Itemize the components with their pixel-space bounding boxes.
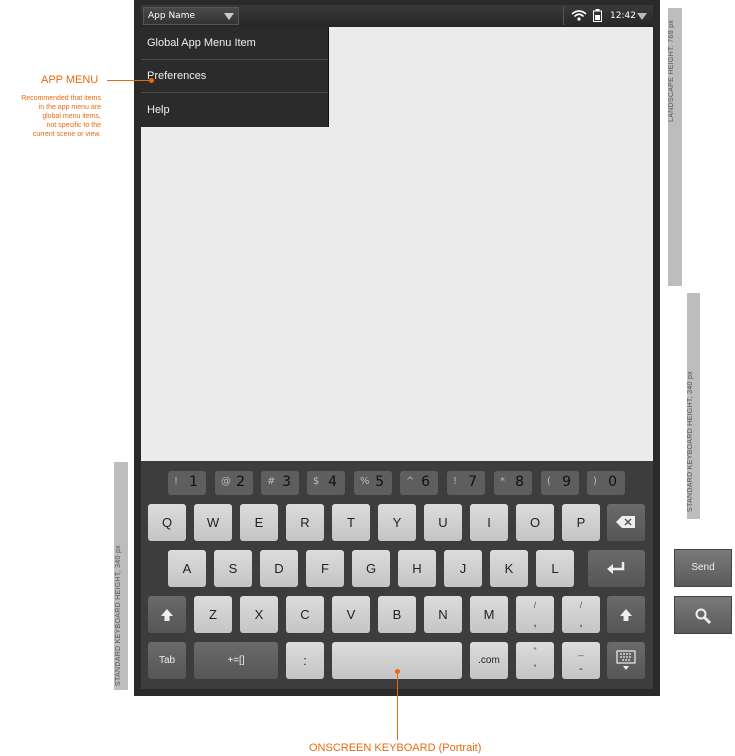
key-y[interactable]: Y (378, 504, 416, 541)
key-l[interactable]: L (536, 550, 574, 587)
number-key[interactable]: $4 (307, 471, 345, 495)
key-a[interactable]: A (168, 550, 206, 587)
key-w[interactable]: W (194, 504, 232, 541)
slash-comma-key-2[interactable]: / , (562, 596, 600, 633)
key-g[interactable]: G (352, 550, 390, 587)
shift-key-left[interactable] (148, 596, 186, 633)
key-u[interactable]: U (424, 504, 462, 541)
dotcom-key[interactable]: .com (470, 642, 508, 679)
key-f[interactable]: F (306, 550, 344, 587)
enter-key[interactable] (588, 550, 645, 587)
number-key[interactable]: ) 0 (587, 471, 625, 495)
slash-comma-key-1[interactable]: / , (516, 596, 554, 633)
number-key[interactable]: #3 (261, 471, 299, 495)
backspace-icon (616, 516, 635, 528)
menu-item-preferences[interactable]: Preferences (141, 60, 328, 93)
key-v[interactable]: V (332, 596, 370, 633)
key-x[interactable]: X (240, 596, 278, 633)
keyboard-height-label-right: STANDARD KEYBOARD HEIGHT, 340 px (687, 371, 694, 512)
number-key[interactable]: * 8 (494, 471, 532, 495)
number-key[interactable]: ! 7 (447, 471, 485, 495)
key-z[interactable]: Z (194, 596, 232, 633)
key-b[interactable]: B (378, 596, 416, 633)
keyboard-annotation-line (397, 672, 398, 740)
key-m[interactable]: M (470, 596, 508, 633)
hide-keyboard-key[interactable] (607, 642, 645, 679)
key-e[interactable]: E (240, 504, 278, 541)
key-i[interactable]: I (470, 504, 508, 541)
shift-icon (620, 609, 632, 621)
keyboard-height-label-left: STANDARD KEYBOARD HEIGHT, 340 px (115, 545, 122, 686)
search-button[interactable] (674, 596, 732, 634)
key-c[interactable]: C (286, 596, 324, 633)
landscape-height-label: LANDSCAPE HEIGHT: 768 px (668, 19, 675, 122)
keyboard-annotation-title: ONSCREEN KEYBOARD (Portrait) (309, 742, 482, 754)
wifi-icon (571, 10, 587, 21)
number-key[interactable]: @2 (215, 471, 253, 495)
shift-key-right[interactable] (607, 596, 645, 633)
app-menu-annotation-title: APP MENU (41, 74, 99, 86)
number-key[interactable]: % 5 (354, 471, 392, 495)
chevron-down-icon (224, 13, 234, 20)
key-p[interactable]: P (562, 504, 600, 541)
search-icon (695, 608, 712, 625)
key-n[interactable]: N (424, 596, 462, 633)
clock: 12:42 (610, 11, 636, 21)
tab-key[interactable]: Tab (148, 642, 186, 679)
keyboard-icon (616, 650, 636, 670)
key-s[interactable]: S (214, 550, 252, 587)
key-d[interactable]: D (260, 550, 298, 587)
key-h[interactable]: H (398, 550, 436, 587)
symbols-key[interactable]: +=[] (194, 642, 278, 679)
key-k[interactable]: K (490, 550, 528, 587)
app-name-label: App Name (148, 11, 195, 21)
shift-icon (161, 609, 173, 621)
number-key[interactable]: ^ 6 (400, 471, 438, 495)
menu-item-help[interactable]: Help (141, 94, 328, 127)
app-menu-annotation-line (107, 80, 151, 81)
send-button[interactable]: Send (674, 549, 732, 587)
number-key[interactable]: (9 (541, 471, 579, 495)
app-menu-annotation-note: Recommended that items in the app menu a… (21, 95, 101, 138)
enter-icon (606, 562, 624, 574)
key-t[interactable]: T (332, 504, 370, 541)
backspace-key[interactable] (607, 504, 645, 541)
dash-key[interactable]: _ - (562, 642, 600, 679)
menu-item-global[interactable]: Global App Menu Item (141, 27, 328, 60)
app-name-button[interactable]: App Name (143, 7, 239, 25)
key-q[interactable]: Q (148, 504, 186, 541)
key-j[interactable]: J (444, 550, 482, 587)
quote-key[interactable]: " ' (516, 642, 554, 679)
colon-key[interactable]: : (286, 642, 324, 679)
app-menu-annotation-dot (149, 78, 154, 83)
status-menu-chevron-icon[interactable] (637, 13, 647, 20)
battery-icon (593, 9, 602, 22)
key-o[interactable]: O (516, 504, 554, 541)
number-key[interactable]: ! 1 (168, 471, 206, 495)
app-menu: Global App Menu Item Preferences Help (141, 27, 329, 127)
key-r[interactable]: R (286, 504, 324, 541)
